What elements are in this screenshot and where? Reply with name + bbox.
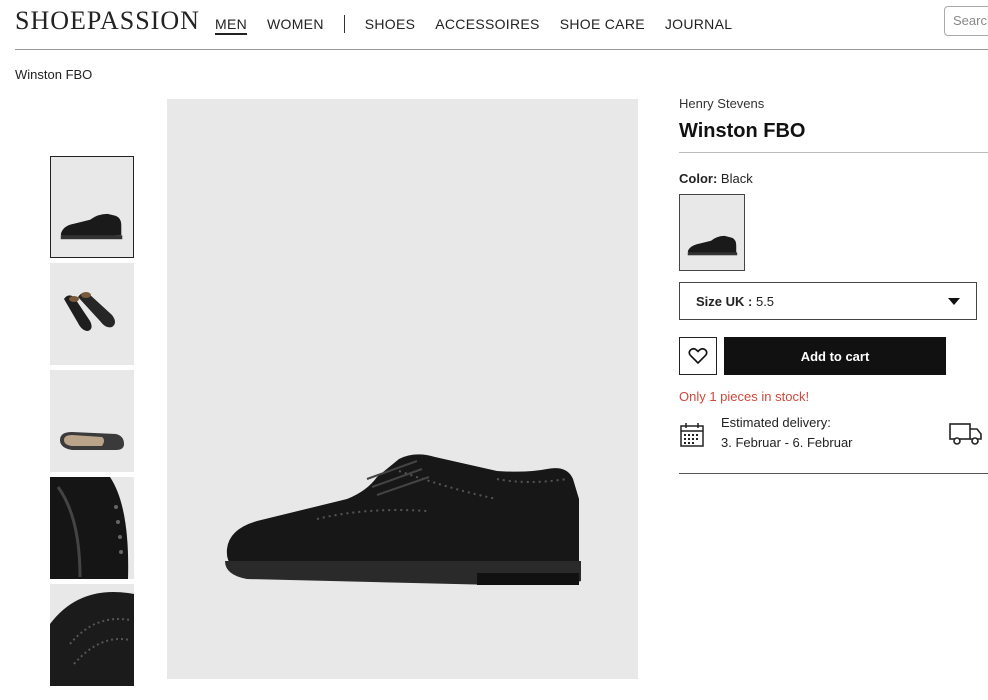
thumbnail-sole-view[interactable] (50, 370, 134, 472)
delivery-divider (679, 473, 988, 474)
calendar-icon (680, 423, 704, 447)
product-brand[interactable]: Henry Stevens (679, 96, 764, 111)
color-value: Black (720, 171, 753, 186)
nav-divider (343, 15, 345, 33)
delivery-dates: 3. Februar - 6. Februar (721, 435, 853, 450)
size-value: 5.5 (755, 294, 775, 309)
size-dropdown[interactable]: Size UK : 5.5 (679, 282, 977, 320)
thumbnail-pair-view[interactable] (50, 263, 134, 365)
swatch-shoe-image (687, 235, 738, 256)
site-header: SHOEPASSION MEN WOMEN SHOES ACCESSOIRES … (0, 0, 988, 50)
color-row: Color: Black (679, 171, 753, 186)
header-divider (15, 49, 988, 50)
shoe-sole-image (60, 432, 124, 450)
title-divider (679, 152, 988, 153)
shoe-side-image (60, 213, 123, 240)
caret-down-icon (948, 298, 960, 305)
nav-shoes[interactable]: SHOES (365, 16, 416, 32)
nav-women[interactable]: WOMEN (267, 16, 324, 32)
thumbnail-side-view[interactable] (50, 156, 134, 258)
main-product-image[interactable] (167, 99, 638, 679)
nav-shoe-care[interactable]: SHOE CARE (560, 16, 645, 32)
wishlist-button[interactable] (679, 337, 717, 375)
truck-icon (949, 423, 982, 445)
site-logo[interactable]: SHOEPASSION (15, 6, 200, 36)
shoe-heel-image (50, 477, 129, 579)
nav-journal[interactable]: JOURNAL (665, 16, 732, 32)
nav-accessoires[interactable]: ACCESSOIRES (435, 16, 539, 32)
stock-message: Only 1 pieces in stock! (679, 389, 810, 404)
shoe-toe-image (50, 592, 134, 686)
search-input[interactable]: Search (944, 6, 988, 36)
color-label: Color: (679, 171, 718, 186)
product-title: Winston FBO (679, 120, 806, 142)
brogue-shoe-image (225, 454, 581, 585)
breadcrumb[interactable]: Winston FBO (15, 67, 92, 82)
size-label: Size UK : (696, 294, 753, 309)
main-nav: MEN WOMEN SHOES ACCESSOIRES SHOE CARE JO… (215, 15, 752, 33)
thumbnail-toe-closeup[interactable] (50, 584, 134, 686)
add-to-cart-button[interactable]: Add to cart (724, 337, 946, 375)
shoe-pair-image (64, 292, 115, 331)
delivery-label: Estimated delivery: (721, 415, 831, 430)
nav-men[interactable]: MEN (215, 16, 247, 32)
thumbnail-heel-closeup[interactable] (50, 477, 134, 579)
heart-icon (688, 347, 708, 365)
color-swatch-black[interactable] (679, 194, 745, 271)
